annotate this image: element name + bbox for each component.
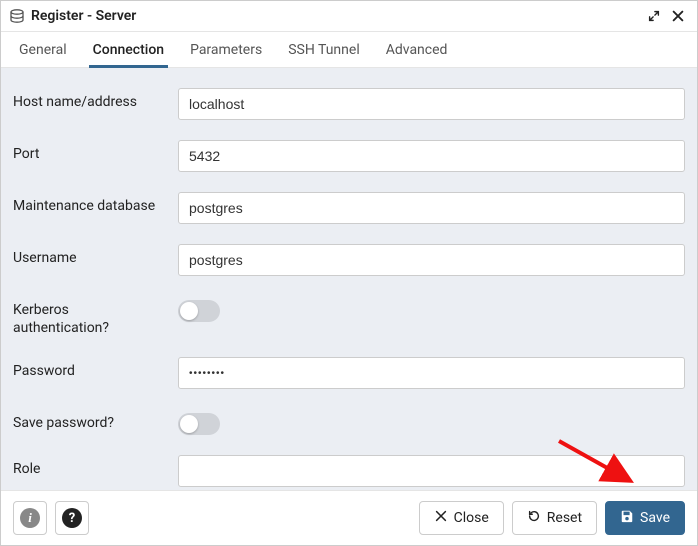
host-label: Host name/address (13, 88, 168, 112)
tab-bar: General Connection Parameters SSH Tunnel… (1, 32, 697, 68)
info-button[interactable]: i (13, 501, 47, 535)
password-label: Password (13, 357, 168, 381)
footer: i ? Close Reset (1, 490, 697, 545)
reset-icon (527, 509, 541, 527)
save-password-label: Save password? (13, 409, 168, 433)
password-input[interactable] (178, 357, 685, 389)
close-button-label: Close (454, 510, 489, 526)
titlebar: Register - Server (1, 1, 697, 32)
maintenance-db-input[interactable] (178, 192, 685, 224)
help-button[interactable]: ? (55, 501, 89, 535)
info-icon: i (20, 508, 40, 528)
close-button[interactable]: Close (419, 501, 504, 535)
close-dialog-button[interactable] (669, 7, 687, 25)
role-input[interactable] (178, 455, 685, 487)
register-server-dialog: Register - Server General Connection Par… (0, 0, 698, 546)
role-label: Role (13, 455, 168, 479)
tab-ssh-tunnel[interactable]: SSH Tunnel (284, 32, 364, 67)
close-icon (434, 509, 448, 527)
kerberos-toggle[interactable] (178, 300, 220, 322)
tab-advanced[interactable]: Advanced (382, 32, 452, 67)
dialog-title: Register - Server (31, 8, 639, 24)
save-password-toggle[interactable] (178, 413, 220, 435)
save-button-label: Save (640, 510, 670, 526)
form-area: Host name/address Port Maintenance datab… (1, 68, 697, 490)
username-label: Username (13, 244, 168, 268)
tab-general[interactable]: General (15, 32, 71, 67)
kerberos-label: Kerberos authentication? (13, 296, 168, 337)
port-input[interactable] (178, 140, 685, 172)
maximize-button[interactable] (645, 7, 663, 25)
save-icon (620, 509, 634, 527)
save-button[interactable]: Save (605, 501, 685, 535)
tab-parameters[interactable]: Parameters (186, 32, 266, 67)
username-input[interactable] (178, 244, 685, 276)
help-icon: ? (62, 508, 82, 528)
reset-button-label: Reset (547, 510, 582, 526)
host-input[interactable] (178, 88, 685, 120)
maintenance-db-label: Maintenance database (13, 192, 168, 216)
server-icon (9, 9, 25, 23)
port-label: Port (13, 140, 168, 164)
tab-connection[interactable]: Connection (89, 32, 168, 67)
reset-button[interactable]: Reset (512, 501, 597, 535)
